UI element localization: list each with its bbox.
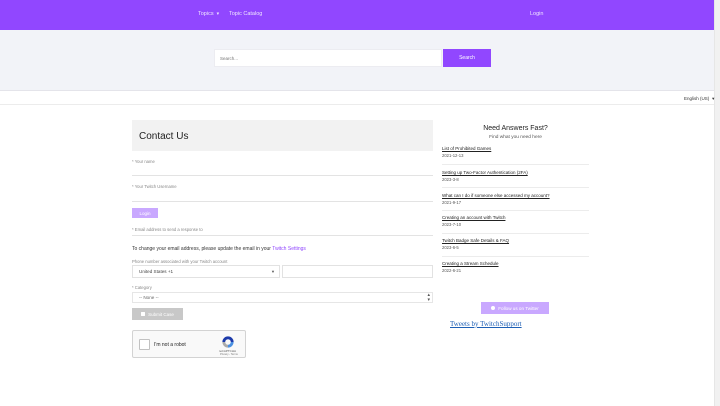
phone-country-select[interactable]: United States +1 ▼ — [132, 265, 280, 278]
sidebar-title: Need Answers Fast? — [483, 125, 548, 132]
updown-caret-icon: ▴ ▾ — [427, 292, 430, 303]
language-selector[interactable]: English (US) ▼ — [684, 96, 715, 101]
recaptcha-checkbox[interactable] — [139, 339, 150, 350]
article-link[interactable]: What can I do if someone else accessed m… — [442, 193, 589, 198]
recaptcha-widget: I'm not a robot reCAPTCHA Privacy - Term… — [132, 330, 246, 358]
article-item: List of Prohibited Games 2021-12-13 — [442, 146, 589, 158]
category-label: * Category — [132, 285, 152, 290]
twitch-username-field[interactable] — [132, 201, 433, 202]
recaptcha-label: I'm not a robot — [154, 342, 186, 348]
page-title: Contact Us — [139, 131, 189, 142]
twitch-username-label: * Your Twitch Username — [132, 184, 177, 189]
change-email-sentence: To change your email address, please upd… — [132, 246, 271, 252]
category-select[interactable]: -- None -- ▴ ▾ — [132, 292, 433, 303]
article-date: 2022-6-21 — [442, 268, 462, 273]
recaptcha-terms[interactable]: Privacy - Terms — [220, 353, 238, 356]
article-item: Creating a Stream Schedule 2022-6-21 — [442, 261, 589, 273]
nav-topic-catalog[interactable]: Topic Catalog — [229, 11, 262, 17]
phone-number-input[interactable] — [282, 265, 433, 278]
nav-login[interactable]: Login — [530, 11, 543, 17]
article-date: 2023-6-5 — [442, 245, 459, 250]
nav-topics-label: Topics — [198, 11, 214, 17]
search-button[interactable]: Search — [443, 49, 491, 67]
your-name-field[interactable] — [132, 175, 433, 176]
section-divider — [0, 104, 714, 105]
chevron-down-icon: ▾ — [216, 11, 220, 17]
twitch-settings-link[interactable]: Twitch Settings — [272, 246, 306, 252]
follow-twitter-label: Follow us on Twitter — [498, 305, 539, 311]
article-link[interactable]: Creating a Stream Schedule — [442, 261, 589, 266]
login-button[interactable]: Login — [132, 208, 158, 218]
article-date: 2021-9-17 — [442, 200, 462, 205]
article-item: Twitch Badge Safe Details & FAQ 2023-6-5 — [442, 238, 589, 250]
category-value: -- None -- — [139, 295, 159, 300]
twitter-bird-icon — [491, 306, 496, 310]
recaptcha-logo-icon — [222, 336, 234, 348]
page-scrollbar[interactable] — [714, 0, 720, 406]
article-link[interactable]: List of Prohibited Games — [442, 146, 589, 151]
phone-country-value: United States +1 — [139, 269, 174, 274]
article-link[interactable]: Twitch Badge Safe Details & FAQ — [442, 238, 589, 243]
submit-case-label: Submit Case — [148, 311, 174, 317]
caret-down-icon: ▼ — [711, 96, 716, 101]
top-nav-bar: Topics ▾ Topic Catalog Login — [0, 0, 714, 30]
nav-topics[interactable]: Topics ▾ — [198, 11, 219, 17]
article-divider — [442, 187, 589, 188]
article-link[interactable]: Setting up Two-Factor Authentication (2F… — [442, 170, 589, 175]
article-item: What can I do if someone else accessed m… — [442, 193, 589, 205]
email-field[interactable] — [132, 235, 433, 236]
your-name-label: * Your name — [132, 159, 155, 164]
article-divider — [442, 233, 589, 234]
search-input[interactable] — [214, 49, 442, 67]
article-date: 2021-12-13 — [442, 153, 464, 158]
article-date: 2023-3-8 — [442, 177, 459, 182]
lock-icon — [141, 312, 146, 316]
submit-case-button[interactable]: Submit Case — [132, 308, 183, 320]
phone-label: Phone number associated with your Twitch… — [132, 259, 228, 264]
change-email-text: To change your email address, please upd… — [132, 246, 306, 252]
email-note: * Email address to send a response to — [132, 227, 203, 232]
article-date: 2023-7-10 — [442, 222, 462, 227]
language-label: English (US) — [684, 96, 710, 101]
article-item: Setting up Two-Factor Authentication (2F… — [442, 170, 589, 182]
sidebar-subtitle: Find what you need here — [489, 135, 542, 140]
tweets-link[interactable]: Tweets by TwitchSupport — [450, 320, 522, 328]
caret-down-icon: ▼ — [271, 269, 275, 274]
article-item: Creating an account with Twitch 2023-7-10 — [442, 215, 589, 227]
follow-twitter-button[interactable]: Follow us on Twitter — [481, 302, 549, 314]
article-divider — [442, 210, 589, 211]
article-divider — [442, 256, 589, 257]
article-link[interactable]: Creating an account with Twitch — [442, 215, 589, 220]
article-divider — [442, 164, 589, 165]
